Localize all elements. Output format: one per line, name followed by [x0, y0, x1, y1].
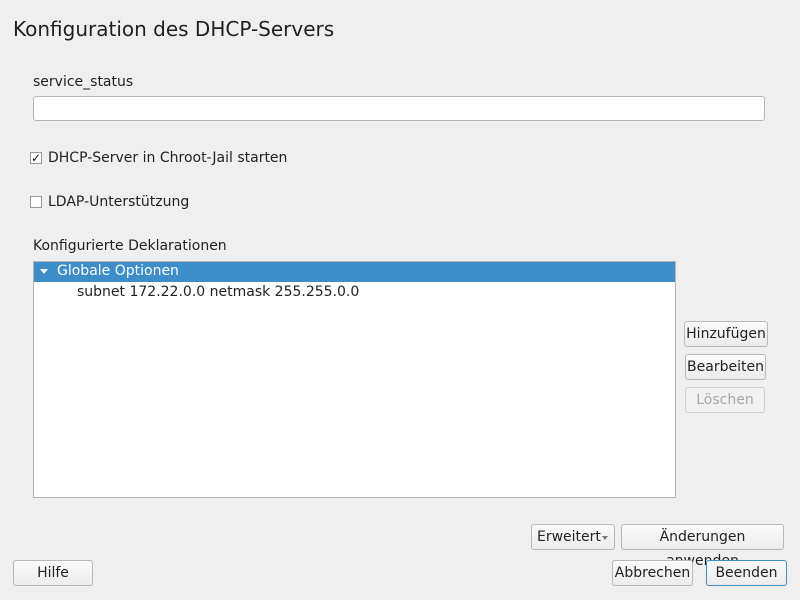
window-title: Konfiguration des DHCP-Servers — [13, 17, 335, 41]
ldap-checkbox[interactable] — [30, 196, 42, 208]
delete-button[interactable]: Löschen — [685, 387, 765, 413]
cancel-button[interactable]: Abbrechen — [612, 560, 693, 586]
expand-arrow-icon[interactable] — [40, 269, 48, 274]
tree-item-subnet[interactable]: subnet 172.22.0.0 netmask 255.255.0.0 — [77, 284, 359, 300]
service-status-label: service_status — [33, 74, 134, 90]
check-mark-icon: ✓ — [31, 151, 42, 165]
add-button[interactable]: Hinzufügen — [684, 321, 768, 347]
declarations-tree[interactable]: Globale Optionen subnet 172.22.0.0 netma… — [33, 261, 676, 498]
moon-icon — [774, 20, 781, 34]
apply-changes-button[interactable]: Änderungen anwenden — [621, 524, 784, 569]
tree-item-label: Globale Optionen — [57, 263, 179, 279]
finish-button[interactable]: Beenden — [706, 560, 787, 586]
service-status-input[interactable] — [33, 96, 765, 121]
chroot-checkbox[interactable]: ✓ — [30, 152, 42, 164]
tree-item-global-options[interactable]: Globale Optionen — [34, 262, 675, 282]
ldap-label[interactable]: LDAP-Unterstützung — [48, 194, 189, 210]
edit-button[interactable]: Bearbeiten — [685, 354, 766, 380]
chroot-label[interactable]: DHCP-Server in Chroot-Jail starten — [48, 150, 287, 166]
dropdown-caret-icon — [602, 536, 608, 540]
help-button[interactable]: Hilfe — [13, 560, 93, 586]
advanced-button-label: Erweitert — [537, 529, 601, 545]
advanced-menu-button[interactable]: Erweitert — [531, 524, 615, 550]
declarations-label: Konfigurierte Deklarationen — [33, 238, 227, 254]
